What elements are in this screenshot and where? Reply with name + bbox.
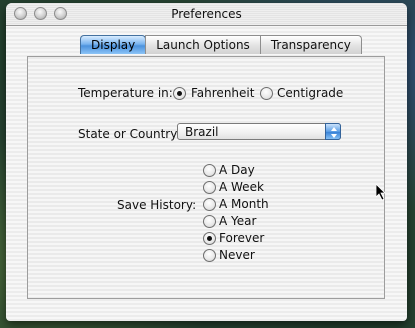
centigrade-radio[interactable] [260,87,273,100]
preferences-window: Preferences Display Launch Options Trans… [6,3,407,321]
tab-transparency[interactable]: Transparency [259,35,362,54]
history-forever-label[interactable]: Forever [219,231,264,245]
centigrade-label[interactable]: Centigrade [277,86,343,100]
state-country-value: Brazil [185,125,219,139]
history-never-radio[interactable] [203,249,216,262]
fahrenheit-radio[interactable] [173,87,186,100]
temperature-label: Temperature in: [78,86,173,100]
display-panel: Temperature in: Fahrenheit Centigrade St… [27,56,385,299]
history-a-year-label[interactable]: A Year [219,214,256,228]
save-history-label: Save History: [117,198,197,212]
tab-bar: Display Launch Options Transparency [80,35,362,56]
tab-launch-options[interactable]: Launch Options [145,35,261,54]
history-forever-radio[interactable] [203,232,216,245]
title-bar[interactable]: Preferences [6,3,407,26]
tab-display[interactable]: Display [80,35,147,54]
history-a-month-radio[interactable] [203,198,216,211]
history-a-day-label[interactable]: A Day [219,163,255,177]
fahrenheit-label[interactable]: Fahrenheit [191,86,254,100]
popup-arrows-icon[interactable] [325,123,341,140]
window-title: Preferences [171,7,242,21]
history-a-year-radio[interactable] [203,215,216,228]
state-country-popup[interactable]: Brazil [177,123,341,140]
history-a-day-radio[interactable] [203,164,216,177]
history-a-month-label[interactable]: A Month [219,197,269,211]
history-a-week-radio[interactable] [203,181,216,194]
history-a-week-label[interactable]: A Week [219,180,264,194]
mouse-pointer-icon [376,184,386,200]
state-country-label: State or Country: [78,127,181,141]
history-never-label[interactable]: Never [219,248,255,262]
